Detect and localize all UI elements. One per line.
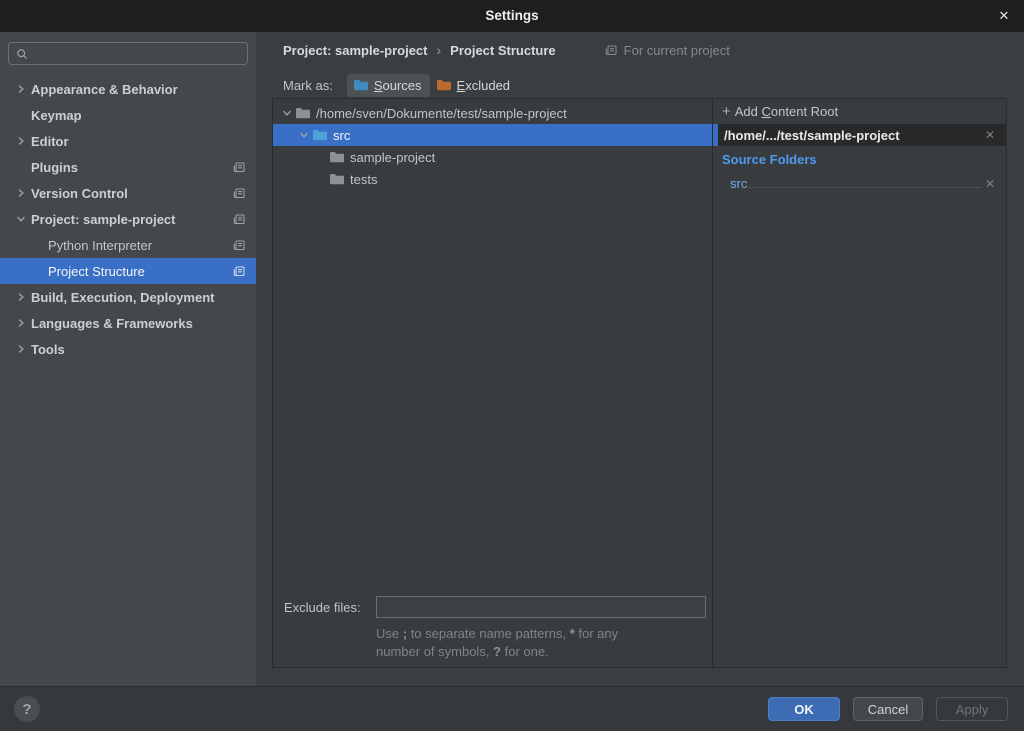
chevron-down-icon[interactable] [296, 130, 312, 140]
sidebar-item-languages-frameworks[interactable]: Languages & Frameworks [0, 310, 256, 336]
mark-as-toolbar: Mark as: Sources Excluded [283, 73, 518, 97]
breadcrumb: Project: sample-project › Project Struct… [283, 40, 730, 60]
add-content-root-button[interactable]: + Add Content Root [722, 104, 838, 119]
chevron-right-icon[interactable] [16, 136, 31, 146]
sidebar-item-label: Project Structure [48, 264, 145, 279]
breadcrumb-project[interactable]: Project: sample-project [283, 43, 428, 58]
sidebar-item-label: Project: sample-project [31, 212, 176, 227]
sidebar-item-label: Plugins [31, 160, 78, 175]
remove-source-folder-icon[interactable]: ✕ [985, 177, 995, 191]
sidebar-item-editor[interactable]: Editor [0, 128, 256, 154]
chevron-down-icon[interactable] [279, 108, 295, 118]
exclude-files-section: Exclude files: Use ; to separate name pa… [273, 596, 712, 661]
ok-button[interactable]: OK [768, 697, 840, 721]
sidebar-item-keymap[interactable]: Keymap [0, 102, 256, 128]
sidebar-item-plugins[interactable]: Plugins [0, 154, 256, 180]
sources-folder-icon [353, 77, 369, 93]
add-content-root-label: Add Content Root [735, 104, 838, 119]
sidebar-item-build-execution-deployment[interactable]: Build, Execution, Deployment [0, 284, 256, 310]
mark-excluded-label: Excluded [457, 78, 510, 93]
search-icon [16, 48, 28, 60]
sidebar-item-label: Version Control [31, 186, 128, 201]
apply-button[interactable]: Apply [936, 697, 1008, 721]
tree-row-sample-project[interactable]: sample-project [273, 146, 712, 168]
folder-icon [329, 171, 345, 187]
settings-search-box[interactable] [8, 42, 248, 65]
remove-content-root-icon[interactable]: ✕ [985, 128, 995, 142]
dialog-body: Appearance & Behavior Keymap Editor Plug… [0, 32, 1024, 731]
project-structure-panel: /home/sven/Dokumente/test/sample-project… [272, 98, 1007, 668]
per-project-settings-icon [233, 187, 246, 200]
per-project-settings-icon [605, 44, 618, 57]
mark-as-label: Mark as: [283, 78, 333, 93]
tree-row-tests[interactable]: tests [273, 168, 712, 190]
close-icon[interactable]: ✕ [994, 0, 1014, 32]
sidebar-item-tools[interactable]: Tools [0, 336, 256, 362]
scope-indicator: For current project [605, 43, 730, 58]
settings-sidebar: Appearance & Behavior Keymap Editor Plug… [0, 32, 256, 686]
sidebar-item-appearance-behavior[interactable]: Appearance & Behavior [0, 76, 256, 102]
content-root-tree: /home/sven/Dokumente/test/sample-project… [273, 99, 713, 667]
tree-row-label: src [333, 128, 350, 143]
sidebar-item-label: Build, Execution, Deployment [31, 290, 214, 305]
content-root-path: /home/.../test/sample-project [724, 128, 900, 143]
sidebar-item-version-control[interactable]: Version Control [0, 180, 256, 206]
per-project-settings-icon [233, 213, 246, 226]
sidebar-item-label: Appearance & Behavior [31, 82, 178, 97]
source-folder-item-src[interactable]: src ✕ [730, 172, 995, 192]
scope-label: For current project [624, 43, 730, 58]
mark-excluded-button[interactable]: Excluded [430, 74, 518, 97]
help-button[interactable]: ? [14, 696, 40, 722]
source-folders-title: Source Folders [722, 152, 817, 167]
tree-row-label: tests [350, 172, 377, 187]
per-project-settings-icon [233, 161, 246, 174]
dialog-footer: ? OK Cancel Apply [0, 686, 1024, 731]
dotted-leader [749, 187, 981, 188]
per-project-settings-icon [233, 239, 246, 252]
breadcrumb-page: Project Structure [450, 43, 555, 58]
sidebar-item-project-structure[interactable]: Project Structure [0, 258, 256, 284]
source-folder-icon [312, 127, 328, 143]
per-project-settings-icon [233, 265, 246, 278]
tree-row-src[interactable]: src [273, 124, 712, 146]
chevron-down-icon[interactable] [16, 214, 31, 224]
sidebar-item-label: Editor [31, 134, 69, 149]
content-root-details: + Add Content Root /home/.../test/sample… [713, 99, 1006, 667]
cancel-button[interactable]: Cancel [853, 697, 923, 721]
chevron-right-icon[interactable] [16, 292, 31, 302]
folder-icon [295, 105, 311, 121]
excluded-folder-icon [436, 77, 452, 93]
exclude-files-input[interactable] [376, 596, 706, 618]
sidebar-item-label: Languages & Frameworks [31, 316, 193, 331]
exclude-files-label: Exclude files: [284, 600, 376, 615]
chevron-right-icon[interactable] [16, 188, 31, 198]
tree-row-label: sample-project [350, 150, 435, 165]
mark-sources-label: Sources [374, 78, 422, 93]
tree-row-label: /home/sven/Dokumente/test/sample-project [316, 106, 567, 121]
settings-dialog: Settings ✕ Appearance & Behavior Keymap [0, 0, 1024, 731]
chevron-right-icon[interactable] [16, 344, 31, 354]
mark-sources-button[interactable]: Sources [347, 74, 430, 97]
sidebar-item-label: Keymap [31, 108, 82, 123]
plus-icon: + [722, 105, 731, 118]
search-input[interactable] [28, 46, 247, 61]
source-folder-name: src [730, 176, 747, 192]
tree-row-content-root[interactable]: /home/sven/Dokumente/test/sample-project [273, 102, 712, 124]
selection-strip [713, 124, 718, 146]
sidebar-item-project-sample-project[interactable]: Project: sample-project [0, 206, 256, 232]
window-title: Settings [0, 0, 1024, 32]
folder-icon [329, 149, 345, 165]
chevron-right-icon[interactable] [16, 84, 31, 94]
chevron-right-icon[interactable] [16, 318, 31, 328]
exclude-files-hint: Use ; to separate name patterns, * for a… [376, 625, 712, 661]
settings-nav: Appearance & Behavior Keymap Editor Plug… [0, 76, 256, 362]
sidebar-item-label: Python Interpreter [48, 238, 152, 253]
sidebar-item-label: Tools [31, 342, 65, 357]
breadcrumb-separator: › [437, 42, 442, 58]
sidebar-item-python-interpreter[interactable]: Python Interpreter [0, 232, 256, 258]
content-root-row[interactable]: /home/.../test/sample-project ✕ [713, 124, 1006, 146]
titlebar: Settings ✕ [0, 0, 1024, 32]
